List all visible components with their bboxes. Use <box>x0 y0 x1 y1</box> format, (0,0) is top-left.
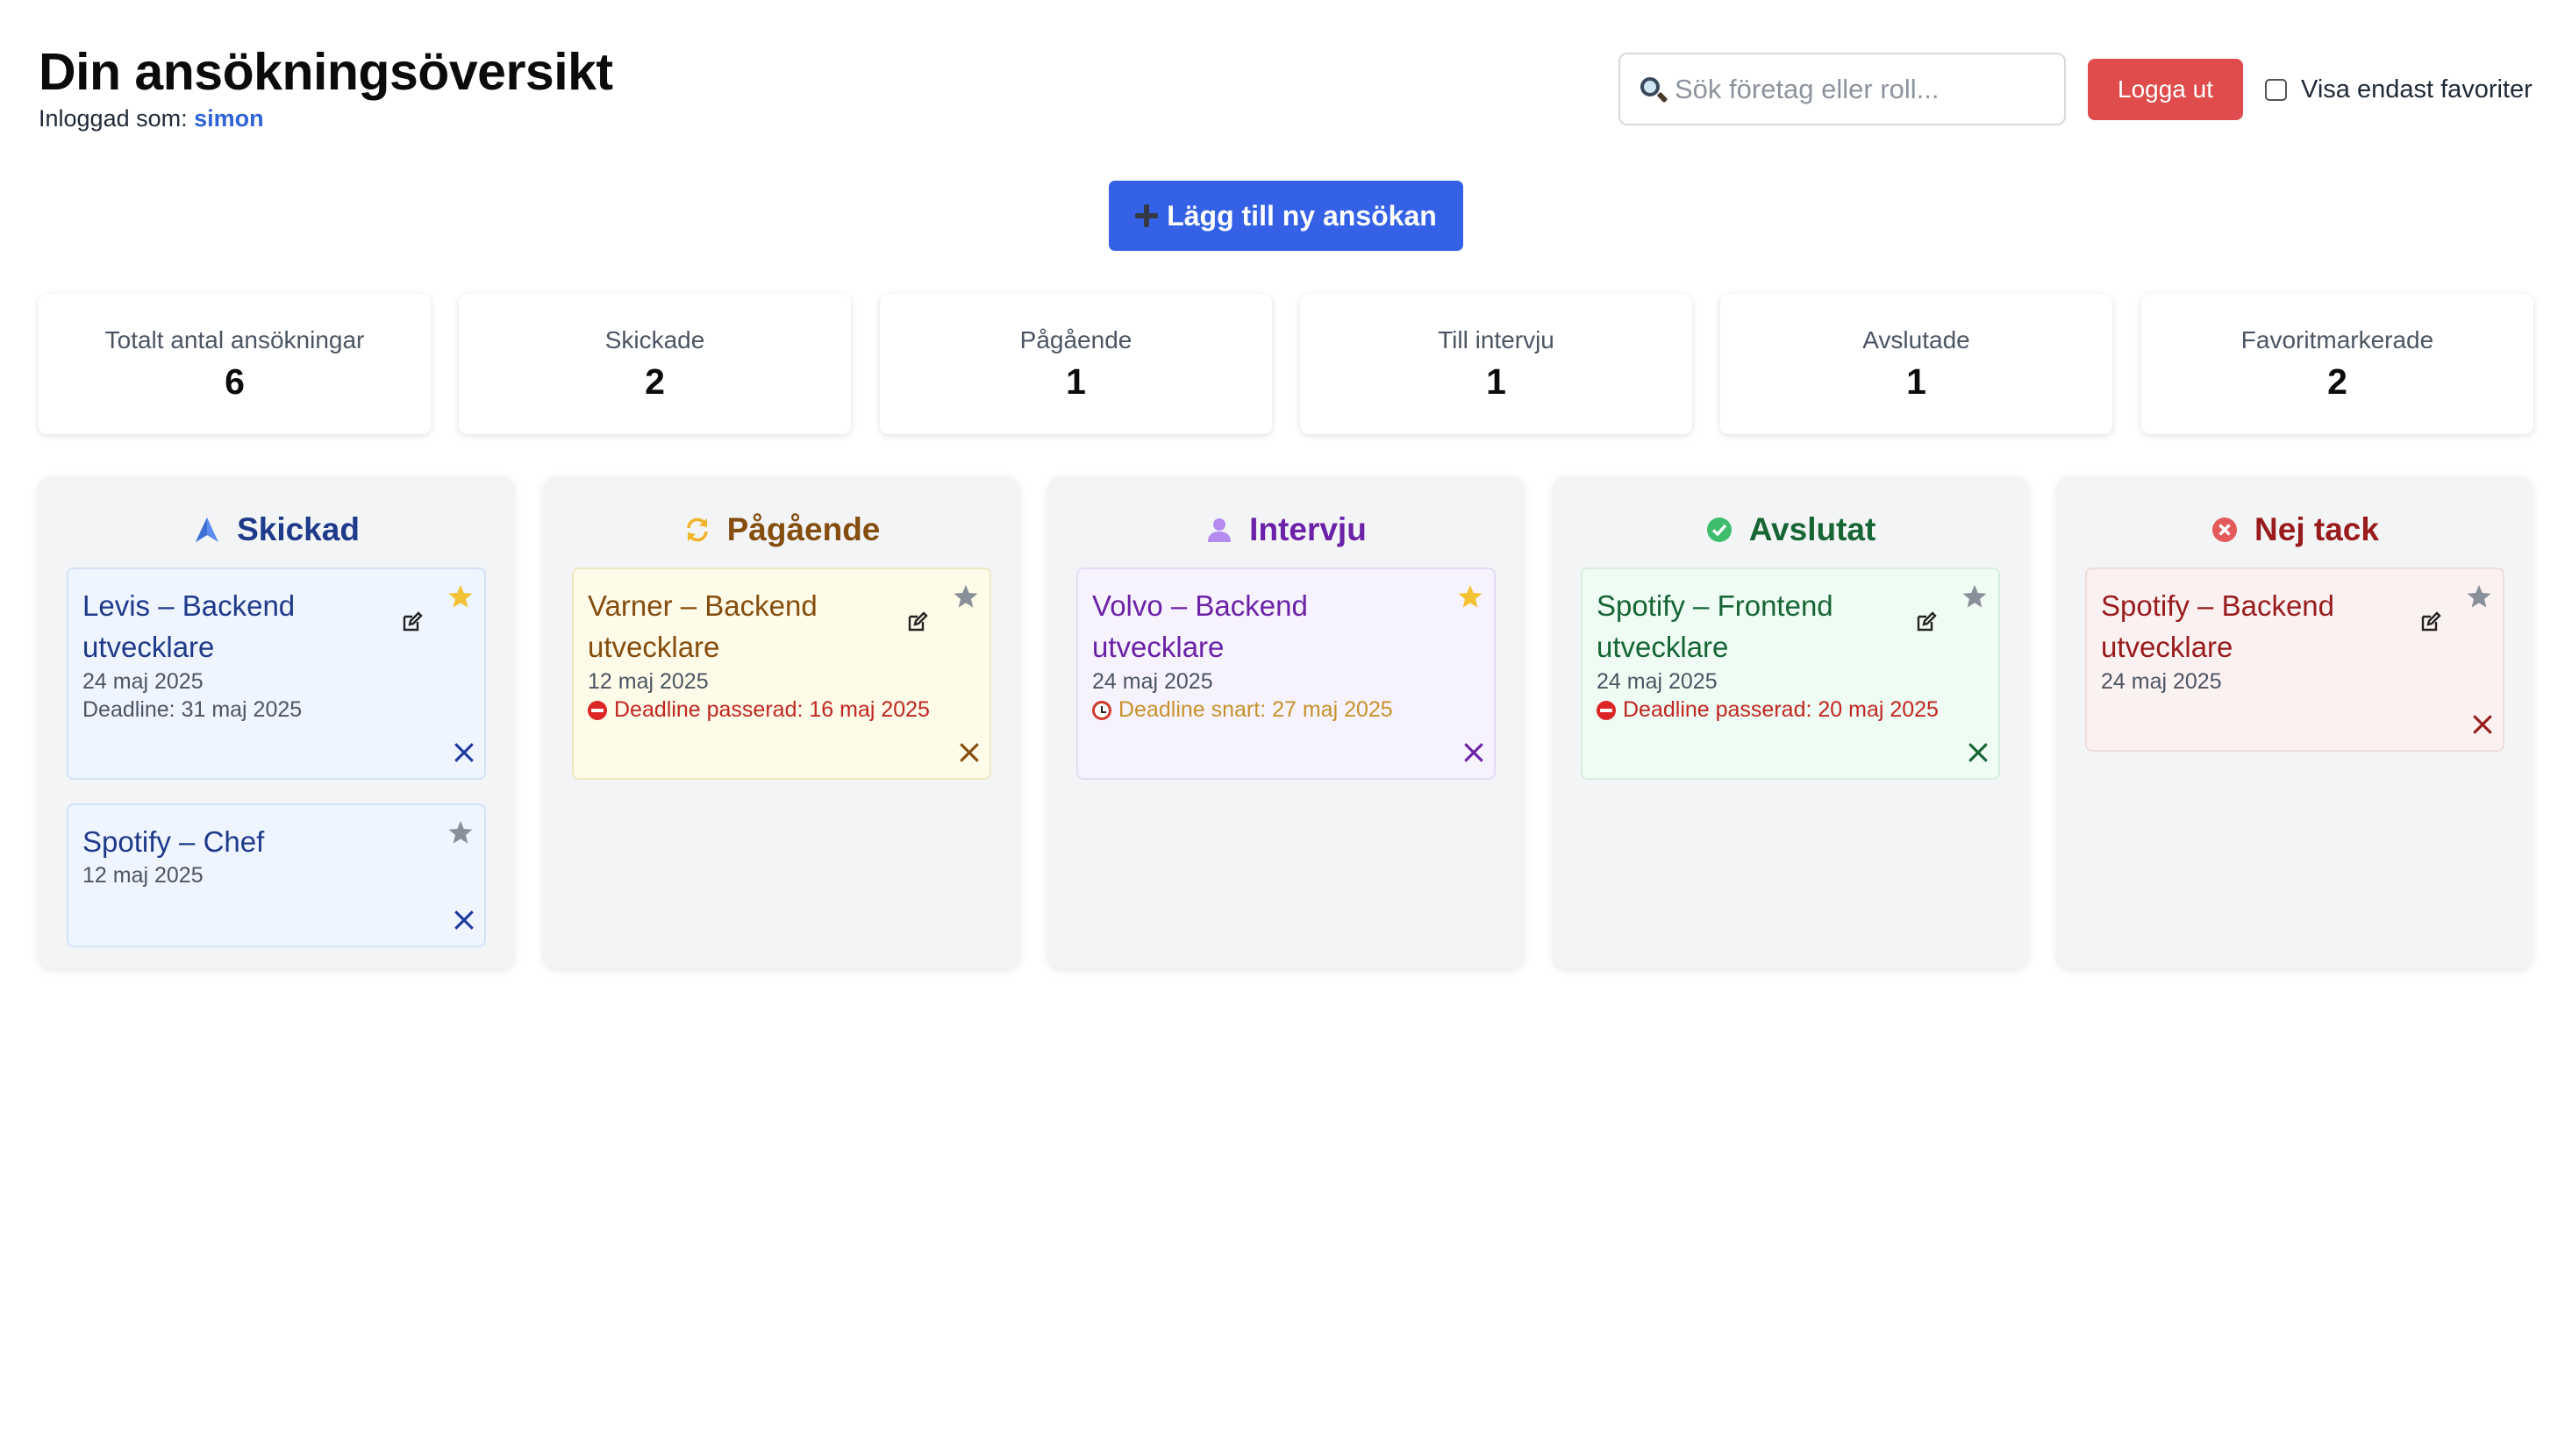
column-header: Intervju <box>1048 506 1524 553</box>
plus-icon <box>1135 204 1159 227</box>
stat-value: 1 <box>1066 360 1086 402</box>
stat-value: 2 <box>2327 360 2347 402</box>
column-title: Pågående <box>726 511 881 547</box>
card-deadline: Deadline passerad: 20 maj 2025 <box>1597 697 1939 723</box>
stat-label: Till intervju <box>1438 325 1554 353</box>
card-title: Spotify – Chef <box>82 825 265 858</box>
card-deadline: Deadline: 31 maj 2025 <box>82 697 302 723</box>
person-icon <box>1208 518 1232 542</box>
application-card[interactable]: Spotify – Chef 12 maj 2025 <box>67 803 486 947</box>
stat-card-total: Totalt antal ansökningar 6 <box>39 294 431 434</box>
close-icon[interactable] <box>1462 741 1485 764</box>
star-icon[interactable] <box>1961 583 1988 610</box>
card-deadline: Deadline passerad: 16 maj 2025 <box>588 697 930 723</box>
favorites-filter[interactable]: Visa endast favoriter <box>2265 75 2533 104</box>
column-title: Skickad <box>237 511 360 547</box>
stat-card-sent: Skickade 2 <box>459 294 851 434</box>
edit-icon[interactable] <box>2420 611 2441 632</box>
stat-label: Totalt antal ansökningar <box>104 325 365 353</box>
stat-value: 1 <box>1486 360 1506 402</box>
edit-icon[interactable] <box>402 611 423 632</box>
stat-card-finished: Avslutade 1 <box>1720 294 2112 434</box>
stat-label: Favoritmarkerade <box>2240 325 2434 353</box>
column-title: Avslutat <box>1748 511 1876 547</box>
check-circle-icon <box>1706 517 1732 542</box>
edit-icon[interactable] <box>1916 611 1937 632</box>
column-title: Intervju <box>1249 511 1367 547</box>
search-box[interactable] <box>1618 53 2066 125</box>
stats-row: Totalt antal ansökningar 6 Skickade 2 På… <box>39 294 2534 434</box>
stat-card-interview: Till intervju 1 <box>1300 294 1692 434</box>
column-avslutat: Avslutat Spotify – Frontend utvecklare 2… <box>1553 476 2028 967</box>
stat-card-favorites: Favoritmarkerade 2 <box>2141 294 2533 434</box>
card-title: Spotify – Frontend utvecklare <box>1597 589 1833 663</box>
no-entry-icon <box>1597 700 1616 720</box>
page-title: Din ansökningsöversikt <box>39 43 613 101</box>
application-card[interactable]: Spotify – Frontend utvecklare 24 maj 202… <box>1581 567 2000 780</box>
column-intervju: Intervju Volvo – Backend utvecklare 24 m… <box>1048 476 1524 967</box>
paper-plane-icon <box>196 517 219 542</box>
logged-in-prefix: Inloggad som: <box>39 105 188 132</box>
column-pagaende: Pågående Varner – Backend utvecklare 12 … <box>544 476 1019 967</box>
star-icon[interactable] <box>447 583 474 610</box>
favorites-filter-label: Visa endast favoriter <box>2301 75 2533 103</box>
card-date: 24 maj 2025 <box>2101 669 2222 694</box>
search-icon <box>1638 75 1668 104</box>
add-application-label: Lägg till ny ansökan <box>1167 199 1437 232</box>
card-date: 12 maj 2025 <box>588 669 709 694</box>
application-card[interactable]: Volvo – Backend utvecklare 24 maj 2025 D… <box>1076 567 1496 780</box>
username: simon <box>194 105 264 132</box>
edit-icon[interactable] <box>907 611 928 632</box>
column-title: Nej tack <box>2254 511 2379 547</box>
deadline-text: Deadline passerad: 16 maj 2025 <box>614 697 930 722</box>
stat-value: 6 <box>225 360 245 402</box>
star-icon[interactable] <box>2466 583 2492 610</box>
application-card[interactable]: Spotify – Backend utvecklare 24 maj 2025 <box>2085 567 2504 752</box>
star-icon[interactable] <box>447 819 474 846</box>
application-card[interactable]: Levis – Backend utvecklare 24 maj 2025 D… <box>67 567 486 780</box>
card-title: Spotify – Backend utvecklare <box>2101 589 2334 663</box>
stat-label: Skickade <box>604 325 705 353</box>
column-nej-tack: Nej tack Spotify – Backend utvecklare 24… <box>2057 476 2533 967</box>
application-card[interactable]: Varner – Backend utvecklare 12 maj 2025 … <box>572 567 991 780</box>
column-header: Nej tack <box>2057 506 2533 553</box>
star-icon[interactable] <box>1457 583 1483 610</box>
star-icon[interactable] <box>953 583 979 610</box>
card-date: 24 maj 2025 <box>1092 669 1213 694</box>
close-icon[interactable] <box>2471 713 2494 736</box>
stat-label: Pågående <box>1019 325 1132 353</box>
stat-label: Avslutade <box>1862 325 1970 353</box>
card-date: 24 maj 2025 <box>82 669 204 694</box>
page-header: Din ansökningsöversikt Inloggad som: sim… <box>39 40 613 132</box>
search-input[interactable] <box>1675 73 2043 105</box>
card-title: Varner – Backend utvecklare <box>588 589 818 663</box>
refresh-icon <box>686 517 708 542</box>
column-header: Avslutat <box>1553 506 2028 553</box>
no-entry-icon <box>588 700 607 720</box>
close-icon[interactable] <box>1967 741 1990 764</box>
x-circle-icon <box>2212 517 2238 542</box>
stat-card-in-progress: Pågående 1 <box>880 294 1272 434</box>
close-icon[interactable] <box>453 909 475 931</box>
stat-value: 1 <box>1906 360 1926 402</box>
close-icon[interactable] <box>958 741 981 764</box>
alarm-clock-icon <box>1092 700 1111 720</box>
card-title: Levis – Backend utvecklare <box>82 589 296 663</box>
add-application-button[interactable]: Lägg till ny ansökan <box>1109 181 1463 251</box>
column-header: Pågående <box>544 506 1019 553</box>
column-header: Skickad <box>39 506 514 553</box>
deadline-text: Deadline snart: 27 maj 2025 <box>1118 697 1393 722</box>
stat-value: 2 <box>645 360 665 402</box>
deadline-text: Deadline passerad: 20 maj 2025 <box>1623 697 1939 722</box>
column-skickad: Skickad Levis – Backend utvecklare 24 ma… <box>39 476 514 967</box>
card-deadline: Deadline snart: 27 maj 2025 <box>1092 697 1393 723</box>
card-date: 12 maj 2025 <box>82 863 204 888</box>
deadline-text: Deadline: 31 maj 2025 <box>82 697 303 722</box>
card-title: Volvo – Backend utvecklare <box>1092 589 1308 663</box>
card-date: 24 maj 2025 <box>1597 669 1718 694</box>
logged-in-line: Inloggad som: simon <box>39 105 613 132</box>
close-icon[interactable] <box>453 741 475 764</box>
logout-button[interactable]: Logga ut <box>2088 59 2243 120</box>
favorites-checkbox[interactable] <box>2265 79 2287 101</box>
